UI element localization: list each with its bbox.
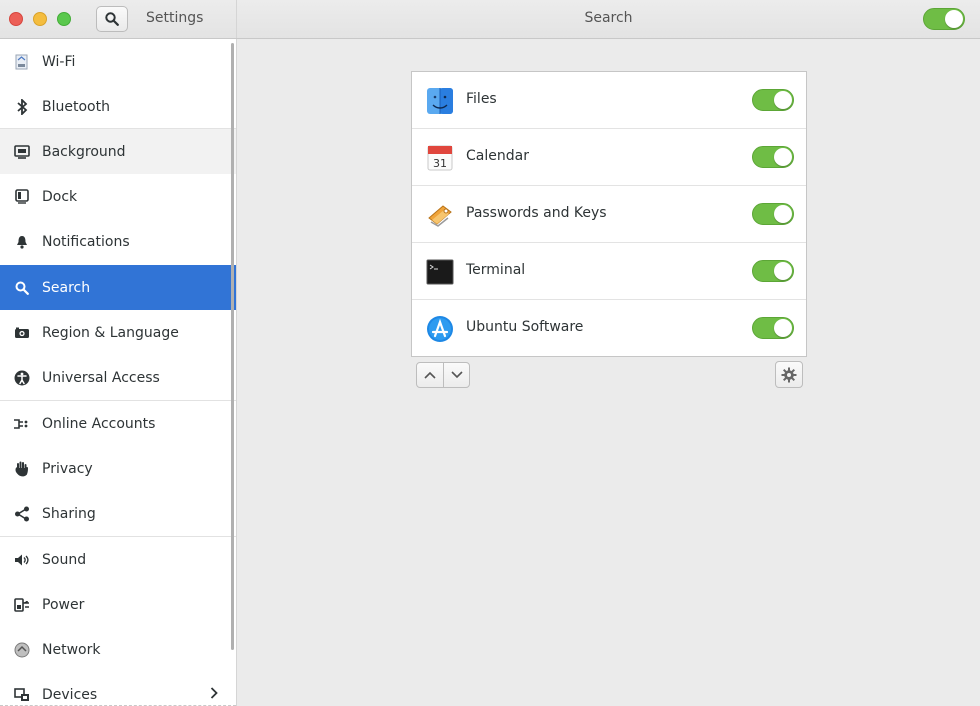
terminal-search-switch[interactable]	[752, 260, 794, 282]
passwords-keys-app-icon	[428, 205, 452, 227]
sidebar-item-label: Online Accounts	[42, 415, 156, 432]
reorder-buttons	[416, 362, 470, 388]
sidebar-scrollbar[interactable]	[231, 43, 234, 650]
network-icon	[13, 641, 31, 659]
search-source-row-ubuntu-software[interactable]: Ubuntu Software	[412, 300, 806, 357]
sidebar-item-label: Sound	[42, 551, 87, 568]
search-source-name: Terminal	[466, 262, 526, 278]
terminal-app-icon	[426, 259, 454, 285]
sidebar-item-sound[interactable]: Sound	[0, 537, 236, 582]
sidebar-item-wifi[interactable]: Wi-Fi	[0, 39, 236, 84]
move-up-button[interactable]	[417, 363, 443, 387]
search-source-row-terminal[interactable]: Terminal	[412, 243, 806, 300]
sidebar-item-universal-access[interactable]: Universal Access	[0, 355, 236, 400]
devices-icon	[13, 686, 31, 704]
sidebar-item-label: Bluetooth	[42, 98, 110, 115]
search-icon	[105, 12, 119, 26]
sidebar-item-label: Background	[42, 143, 126, 160]
calendar-app-icon: 31	[427, 145, 453, 171]
sidebar-item-label: Region & Language	[42, 324, 179, 341]
bluetooth-icon	[13, 98, 31, 116]
sidebar-item-label: Search	[42, 279, 91, 296]
minimize-window-button[interactable]	[33, 12, 47, 26]
passwords-keys-search-switch[interactable]	[752, 203, 794, 225]
sidebar-item-label: Wi-Fi	[42, 53, 76, 70]
power-plug-icon	[13, 596, 31, 614]
wifi-icon	[13, 53, 31, 71]
hand-icon	[13, 460, 31, 478]
page-title: Search	[584, 10, 633, 26]
sidebar-item-label: Devices	[42, 686, 98, 703]
ubuntu-software-app-icon	[427, 316, 453, 342]
accessibility-icon	[13, 369, 31, 387]
gear-icon	[781, 367, 797, 382]
sidebar-item-sharing[interactable]: Sharing	[0, 491, 236, 536]
files-search-switch[interactable]	[752, 89, 794, 111]
search-source-name: Calendar	[466, 148, 529, 164]
calendar-icon-day: 31	[433, 157, 447, 170]
sidebar-item-label: Sharing	[42, 505, 96, 522]
search-icon	[13, 279, 31, 297]
online-accounts-icon	[13, 415, 31, 433]
title-bar: Settings Search	[0, 0, 980, 39]
sidebar: Wi-Fi Bluetooth Background Dock Notifica…	[0, 39, 237, 706]
sidebar-item-network[interactable]: Network	[0, 627, 236, 672]
background-icon	[13, 143, 31, 161]
dock-icon	[13, 188, 31, 206]
search-source-row-files[interactable]: Files	[412, 72, 806, 129]
sidebar-item-label: Notifications	[42, 233, 130, 250]
sidebar-header: Settings	[0, 0, 237, 38]
move-down-button[interactable]	[443, 363, 469, 387]
chevron-right-icon	[210, 686, 218, 703]
app-title: Settings	[146, 10, 204, 26]
bell-icon	[13, 233, 31, 251]
sidebar-item-notifications[interactable]: Notifications	[0, 219, 236, 264]
ubuntu-software-search-switch[interactable]	[752, 317, 794, 339]
search-source-row-calendar[interactable]: 31 Calendar	[412, 129, 806, 186]
search-toggle-button[interactable]	[96, 6, 128, 32]
sidebar-item-power[interactable]: Power	[0, 582, 236, 627]
search-source-name: Ubuntu Software	[466, 319, 584, 335]
calendar-search-switch[interactable]	[752, 146, 794, 168]
sidebar-item-background[interactable]: Background	[0, 129, 236, 174]
sidebar-item-label: Power	[42, 596, 85, 613]
search-sources-list: Files 31 Calendar Passwords and Keys Ter…	[411, 71, 807, 357]
camera-icon	[13, 324, 31, 342]
search-master-switch[interactable]	[923, 8, 965, 30]
search-source-name: Files	[466, 91, 497, 107]
sidebar-item-dock[interactable]: Dock	[0, 174, 236, 219]
sidebar-item-label: Dock	[42, 188, 78, 205]
sidebar-item-bluetooth[interactable]: Bluetooth	[0, 84, 236, 129]
sidebar-item-label: Network	[42, 641, 101, 658]
sidebar-item-online-accounts[interactable]: Online Accounts	[0, 401, 236, 446]
sidebar-item-label: Privacy	[42, 460, 93, 477]
speaker-icon	[13, 551, 31, 569]
sidebar-item-search[interactable]: Search	[0, 265, 236, 310]
search-source-name: Passwords and Keys	[466, 205, 607, 221]
close-window-button[interactable]	[9, 12, 23, 26]
files-app-icon	[427, 88, 453, 114]
sidebar-item-devices[interactable]: Devices	[0, 672, 236, 706]
sidebar-item-label: Universal Access	[42, 369, 160, 386]
maximize-window-button[interactable]	[57, 12, 71, 26]
sidebar-item-privacy[interactable]: Privacy	[0, 446, 236, 491]
share-icon	[13, 505, 31, 523]
chevron-up-icon	[424, 371, 436, 379]
chevron-down-icon	[450, 371, 463, 379]
search-locations-button[interactable]	[775, 361, 803, 388]
search-source-row-passwords-keys[interactable]: Passwords and Keys	[412, 186, 806, 243]
sidebar-item-region-language[interactable]: Region & Language	[0, 310, 236, 355]
